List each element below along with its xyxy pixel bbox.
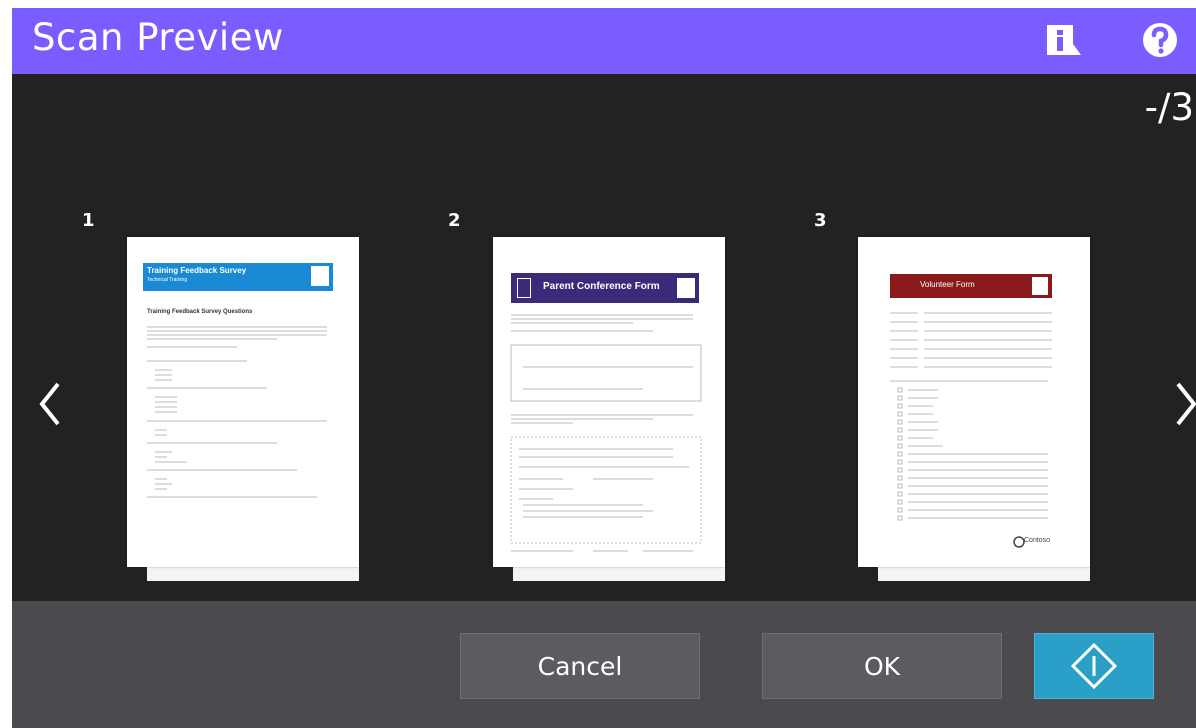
page-number: 2 — [448, 210, 461, 231]
page-sheet: Parent Conference Form — [493, 237, 725, 567]
info-icon — [1047, 25, 1081, 55]
page-title: Scan Preview — [32, 16, 284, 59]
company-logo: Contoso — [1012, 535, 1062, 549]
info-button[interactable] — [1044, 22, 1084, 62]
page-sheet: Volunteer Form Contoso — [858, 237, 1090, 567]
previous-page-button[interactable] — [32, 374, 68, 434]
page-thumbnail-1[interactable]: Training Feedback Survey Technical Train… — [127, 237, 359, 581]
page-number: 1 — [82, 210, 95, 231]
doc-text-lines — [510, 314, 702, 552]
page-number: 3 — [814, 210, 827, 231]
action-bar: Cancel OK — [12, 601, 1196, 728]
doc-text-lines — [147, 326, 327, 498]
page-thumbnail-3[interactable]: Volunteer Form Contoso — [858, 237, 1090, 581]
page-counter: -/3 — [1144, 86, 1194, 129]
start-button[interactable] — [1034, 633, 1154, 699]
title-bar: Scan Preview — [12, 8, 1196, 74]
cancel-button[interactable]: Cancel — [460, 633, 700, 699]
start-icon — [1070, 642, 1118, 690]
page-thumbnail-2[interactable]: Parent Conference Form — [493, 237, 725, 581]
chevron-left-icon — [39, 382, 60, 426]
doc-form-lines — [890, 312, 1052, 521]
ok-button[interactable]: OK — [762, 633, 1002, 699]
chevron-right-icon — [1176, 382, 1196, 426]
help-icon — [1143, 23, 1177, 57]
logo-text: Contoso — [1024, 537, 1051, 544]
help-button[interactable] — [1140, 20, 1180, 60]
next-page-button[interactable] — [1168, 374, 1196, 434]
preview-area: -/3 1 Training Feedback Survey Technical… — [12, 74, 1196, 601]
page-sheet: Training Feedback Survey Technical Train… — [127, 237, 359, 567]
